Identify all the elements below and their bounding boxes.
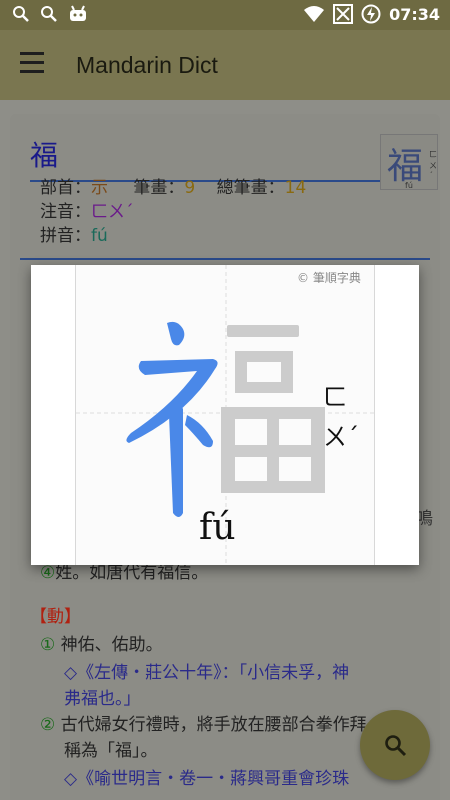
no-signal-icon xyxy=(333,4,354,24)
pending-strokes xyxy=(221,325,325,493)
zhuyin-label: 注音： xyxy=(40,202,91,222)
highlighted-strokes xyxy=(126,321,218,517)
definition-text: 稱為「福」。 xyxy=(64,741,158,761)
radical-label: 部首： xyxy=(40,178,91,198)
status-time: 07:34 xyxy=(389,4,440,24)
definition-quote: ◇《喻世明言・卷一・蔣興哥重會珍珠 xyxy=(64,769,350,789)
battery-charging-icon xyxy=(361,4,381,24)
hamburger-menu-icon[interactable] xyxy=(20,52,50,78)
app-title: Mandarin Dict xyxy=(76,52,218,78)
total-strokes-label: 總筆畫： xyxy=(216,178,285,198)
radical-value: 示 xyxy=(91,178,108,198)
radical-row: 部首：示 筆畫：9 總筆畫：14 xyxy=(40,176,306,200)
search-icon xyxy=(385,735,407,757)
entry-character: 福 xyxy=(30,139,59,172)
definition-item: ① 神佑、佑助。 xyxy=(40,635,163,655)
dialog-bopomofo-final: ㄨˊ xyxy=(323,423,359,451)
wifi-icon xyxy=(304,6,325,22)
thumbnail-bopomofo: ㄈㄨˊ xyxy=(429,150,437,180)
stroke-order-dialog[interactable]: © 筆順字典 ㄈ ㄨˊ fú xyxy=(31,265,419,565)
strokes-value: 9 xyxy=(184,178,196,198)
app-bar: Mandarin Dict xyxy=(0,30,450,100)
definition-quote: 弗福也。」 xyxy=(64,689,141,709)
stroke-order-thumbnail[interactable]: 福 ㄈㄨˊ fú xyxy=(380,134,438,190)
search-icon xyxy=(13,6,29,22)
android-debug-icon xyxy=(70,5,86,21)
zhuyin-row: 注音：ㄈㄨˊ xyxy=(40,200,306,224)
strokes-label: 筆畫： xyxy=(133,178,185,198)
definition-item: ② 古代婦女行禮時，將手放在腰部合拳作拜 xyxy=(40,715,367,735)
status-bar: 07:34 xyxy=(0,0,450,30)
pinyin-value: fú xyxy=(91,226,108,246)
pinyin-row: 拼音：fú xyxy=(40,224,306,248)
dialog-bopomofo-initial: ㄈ xyxy=(323,383,347,411)
zhuyin-value: ㄈㄨˊ xyxy=(91,202,134,222)
part-of-speech-verb: 【動】 xyxy=(30,607,81,627)
definition-quote: ◇《左傳・莊公十年》：「小信未孚，神 xyxy=(64,663,350,683)
search-fab-button[interactable] xyxy=(360,710,430,780)
dialog-watermark: © 筆順字典 xyxy=(297,271,361,285)
info-divider xyxy=(20,258,430,260)
thumbnail-pinyin: fú xyxy=(405,181,413,190)
dialog-pinyin: fú xyxy=(199,507,236,548)
pinyin-label: 拼音： xyxy=(40,226,91,246)
entry-info: 部首：示 筆畫：9 總筆畫：14 注音：ㄈㄨˊ 拼音：fú xyxy=(40,176,306,248)
search-icon xyxy=(41,6,57,22)
total-strokes-value: 14 xyxy=(284,178,307,198)
